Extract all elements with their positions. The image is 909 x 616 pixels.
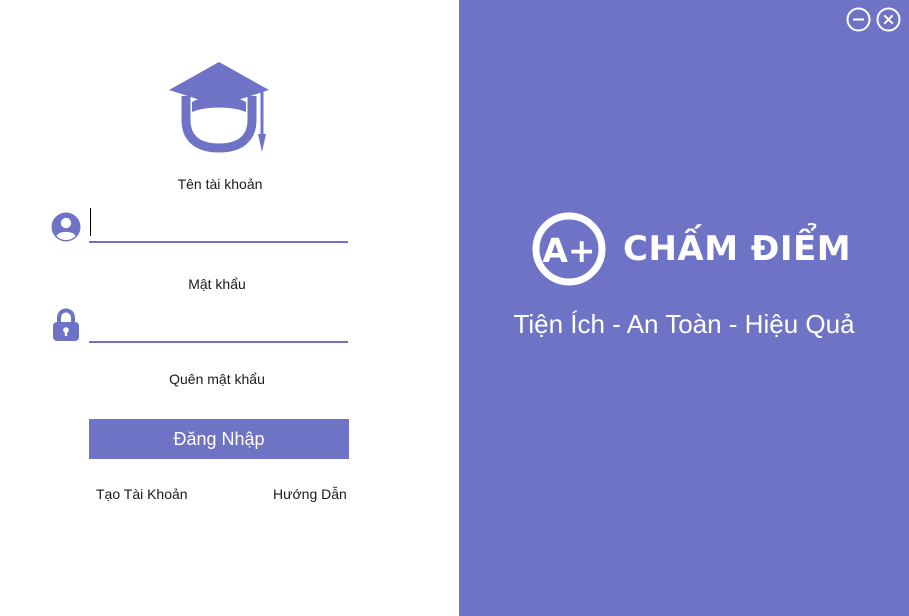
create-account-link[interactable]: Tạo Tài Khoản [96, 486, 188, 502]
brand-logo-text: A+ [542, 231, 595, 270]
branding-panel [459, 0, 909, 616]
forgot-password-link[interactable]: Quên mật khẩu [117, 371, 317, 387]
a-plus-logo-icon: A+ [532, 212, 606, 286]
password-label: Mật khẩu [188, 276, 246, 292]
brand-tagline: Tiện Ích - An Toàn - Hiệu Quả [513, 309, 855, 339]
login-window: Tên tài khoản Mật khẩu Quên mật khẩu Đăn… [0, 0, 909, 616]
text-caret [90, 208, 91, 236]
login-button[interactable]: Đăng Nhập [89, 419, 349, 459]
password-input[interactable] [89, 311, 348, 343]
user-circle-icon [51, 212, 81, 242]
graduation-cap-student-icon [169, 62, 269, 153]
username-input[interactable] [89, 211, 348, 243]
lock-icon [53, 308, 79, 341]
minimize-circle-icon[interactable] [846, 7, 871, 32]
close-circle-icon[interactable] [876, 7, 901, 32]
guide-link[interactable]: Hướng Dẫn [273, 486, 347, 502]
brand-title: CHẤM ĐIỂM [623, 229, 852, 269]
username-label: Tên tài khoản [177, 176, 263, 192]
login-panel: Tên tài khoản Mật khẩu Quên mật khẩu Đăn… [0, 0, 459, 616]
brand-header: A+ CHẤM ĐIỂM [531, 211, 871, 289]
